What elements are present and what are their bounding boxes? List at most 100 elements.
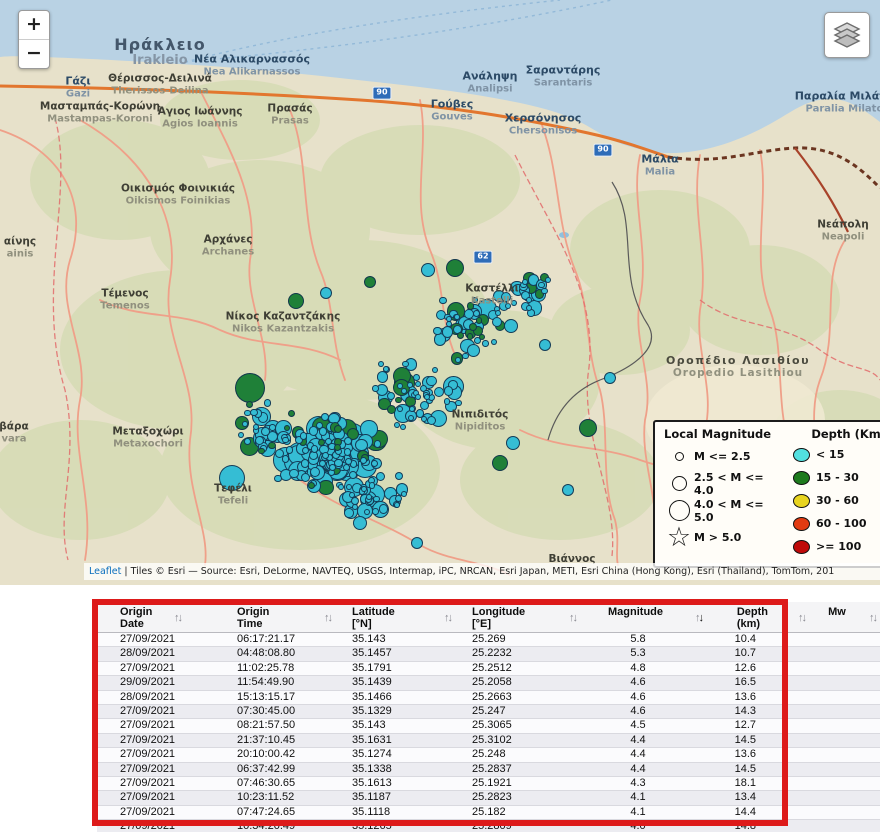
earthquake-marker[interactable] [344,508,353,517]
earthquake-marker[interactable] [421,263,435,277]
earthquake-marker[interactable] [579,419,597,437]
earthquake-marker[interactable] [372,508,379,515]
earthquake-marker[interactable] [492,455,508,471]
column-header-magnitude[interactable]: Magnitude↑↓ [600,602,712,633]
zoom-out-button[interactable]: − [19,40,49,68]
earthquake-marker[interactable] [411,537,423,549]
earthquake-marker[interactable] [258,448,264,454]
earthquake-marker[interactable] [526,297,532,303]
column-header-longitude[interactable]: Longitude[°E]↑↓ [465,602,600,633]
earthquake-marker[interactable] [604,372,616,384]
earthquake-marker[interactable] [439,297,446,304]
earthquake-marker[interactable] [244,438,251,445]
earthquake-marker[interactable] [522,279,528,285]
sort-icon[interactable]: ↑↓ [174,606,181,624]
earthquake-marker[interactable] [371,460,378,467]
earthquake-marker[interactable] [395,397,401,403]
earthquake-marker[interactable] [457,332,464,339]
earthquake-marker[interactable] [400,424,406,430]
sort-icon[interactable]: ↑↓ [869,606,876,624]
earthquake-marker[interactable] [242,421,248,427]
earthquake-marker[interactable] [472,297,478,303]
earthquake-marker[interactable] [244,410,250,416]
earthquake-marker[interactable] [320,287,332,299]
earthquake-marker[interactable] [539,339,551,351]
earthquake-marker[interactable] [538,282,544,288]
earthquake-marker[interactable] [511,300,517,306]
earthquake-marker[interactable] [269,424,276,431]
earthquake-marker[interactable] [434,387,444,397]
earthquake-marker[interactable] [284,425,290,431]
earthquake-marker[interactable] [344,448,351,455]
earthquake-marker[interactable] [288,293,304,309]
earthquake-marker[interactable] [255,436,264,445]
earthquake-marker[interactable] [334,425,342,433]
earthquake-marker[interactable] [364,276,376,288]
earthquake-marker[interactable] [394,422,400,428]
sort-icon[interactable]: ↑↓ [444,606,451,624]
column-header-mw[interactable]: ↑↓Mw↑↓ [786,602,880,633]
earthquake-marker[interactable] [506,436,520,450]
earthquake-marker[interactable] [426,376,436,386]
column-header-origin[interactable]: OriginDate↑↓ [97,602,215,633]
earthquake-marker[interactable] [366,494,372,500]
earthquake-marker[interactable] [344,437,352,445]
earthquake-marker[interactable] [409,406,415,412]
layers-control-button[interactable] [824,12,870,58]
earthquake-marker[interactable] [504,319,518,333]
earthquake-marker[interactable] [407,382,413,388]
earthquake-marker[interactable] [446,259,464,277]
earthquake-marker[interactable] [444,398,450,404]
earthquake-marker[interactable] [300,432,307,439]
earthquake-marker[interactable] [349,471,357,479]
earthquake-marker[interactable] [433,327,441,335]
leaflet-map[interactable]: ΗράκλειοIrakleioΝέα ΑλικαρνασσόςNea Alik… [0,0,880,585]
earthquake-marker[interactable] [219,465,245,491]
earthquake-marker[interactable] [274,475,282,483]
earthquake-marker[interactable] [379,504,388,513]
leaflet-link[interactable]: Leaflet [89,566,121,577]
earthquake-marker[interactable] [235,373,265,403]
sort-icon[interactable]: ↑↓ [695,606,702,624]
earthquake-marker[interactable] [545,277,551,283]
earthquake-marker[interactable] [424,394,430,400]
earthquake-marker[interactable] [427,416,436,425]
earthquake-marker[interactable] [467,333,473,339]
earthquake-marker[interactable] [253,424,259,430]
earthquake-marker[interactable] [526,305,532,311]
earthquake-marker[interactable] [308,482,315,489]
column-header-depth[interactable]: Depth(km) [712,602,786,633]
sort-icon[interactable]: ↑↓ [798,606,805,624]
earthquake-marker[interactable] [455,400,462,407]
earthquake-marker[interactable] [454,314,460,320]
earthquake-marker[interactable] [321,413,329,421]
column-header-latitude[interactable]: Latitude[°N]↑↓ [345,602,465,633]
earthquake-marker[interactable] [413,374,420,381]
earthquake-marker[interactable] [353,516,367,530]
earthquake-marker[interactable] [377,371,389,383]
earthquake-marker[interactable] [282,455,289,462]
sort-icon[interactable]: ↑↓ [324,606,331,624]
earthquake-marker[interactable] [394,502,400,508]
earthquake-marker[interactable] [501,292,511,302]
earthquake-marker[interactable] [282,437,288,443]
earthquake-marker[interactable] [373,496,379,502]
earthquake-marker[interactable] [415,394,421,400]
sort-icon[interactable]: ↑↓ [569,606,576,624]
column-header-origin[interactable]: OriginTime↑↓ [215,602,345,633]
earthquake-marker[interactable] [469,323,477,331]
earthquake-marker[interactable] [372,385,378,391]
earthquake-marker[interactable] [482,340,488,346]
earthquake-marker[interactable] [442,326,453,337]
earthquake-marker[interactable] [302,447,309,454]
earthquake-marker[interactable] [397,383,403,389]
earthquake-marker[interactable] [562,484,574,496]
earthquake-marker[interactable] [286,446,294,454]
earthquake-marker[interactable] [476,317,482,323]
earthquake-marker[interactable] [301,473,310,482]
earthquake-marker[interactable] [374,440,381,447]
zoom-in-button[interactable]: + [19,11,49,40]
earthquake-marker[interactable] [322,452,329,459]
earthquake-marker[interactable] [264,399,272,407]
earthquake-marker[interactable] [246,401,253,408]
